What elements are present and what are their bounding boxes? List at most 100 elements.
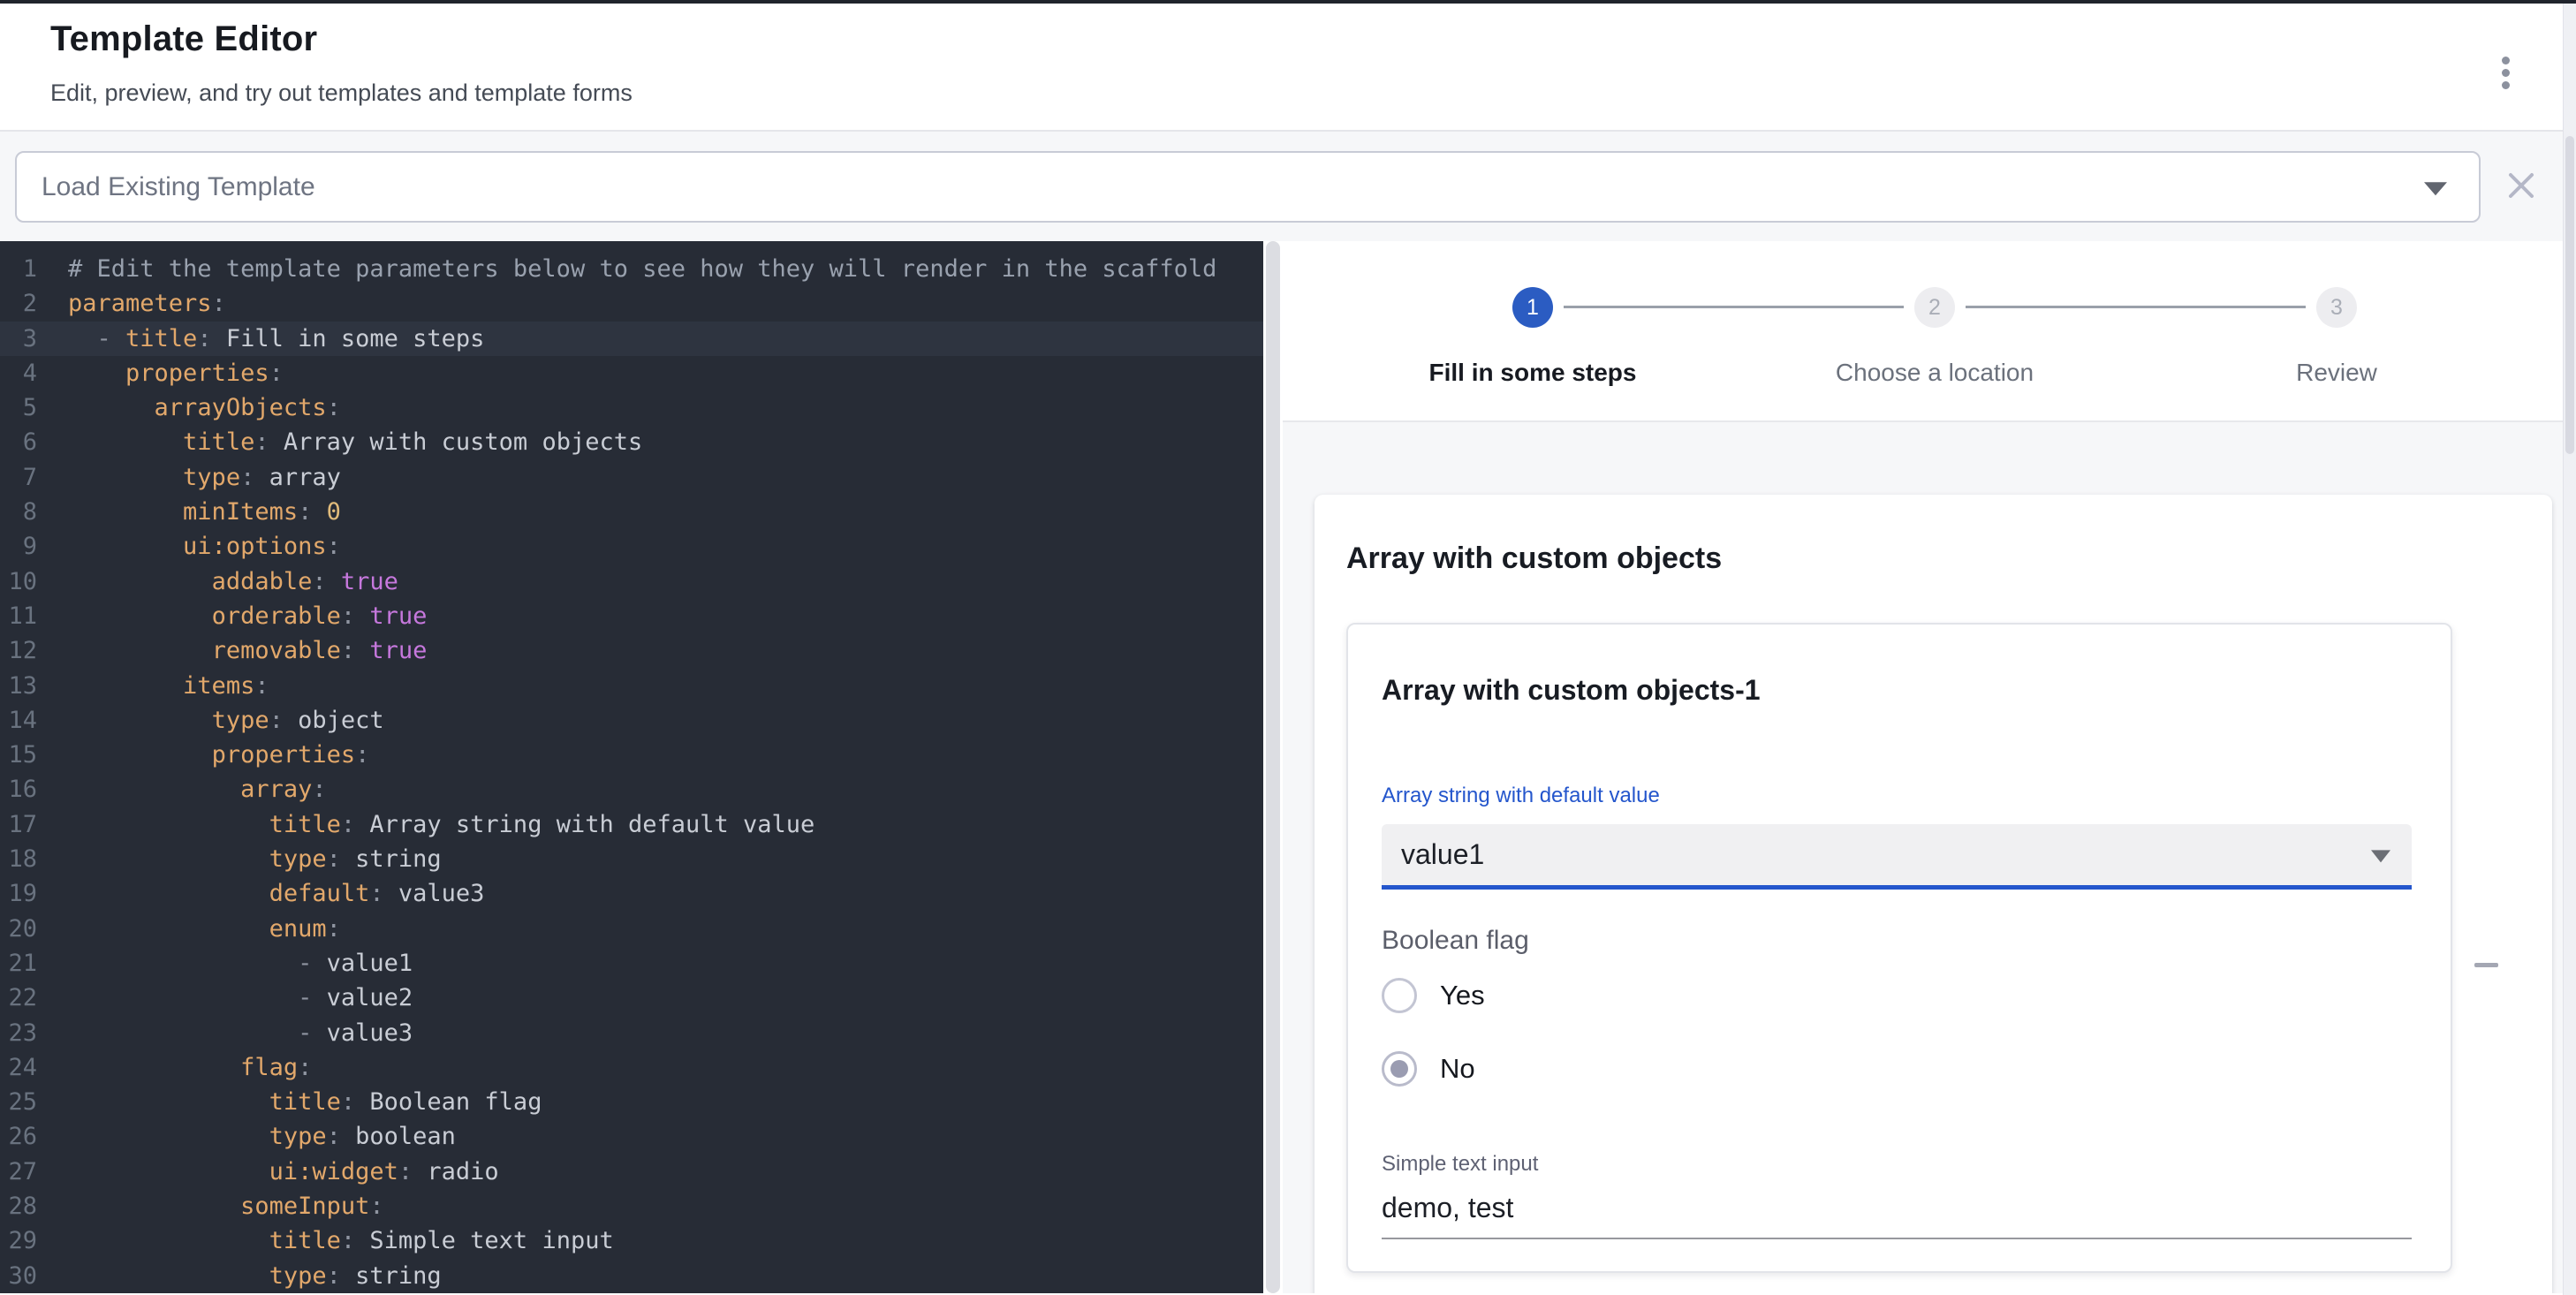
code-line[interactable]: 10 addable: true [0,564,1263,599]
step-3-label: Review [2296,359,2377,387]
code-text: type: string [68,842,442,876]
code-line[interactable]: 15 properties: [0,738,1263,772]
code-line[interactable]: 9 ui:options: [0,529,1263,564]
code-line[interactable]: 25 title: Boolean flag [0,1085,1263,1119]
clear-selection-button[interactable] [2500,162,2542,211]
page-scrollbar[interactable] [2563,4,2576,1295]
code-line[interactable]: 19 default: value3 [0,876,1263,911]
simple-text-input[interactable]: demo, test [1382,1190,2412,1239]
code-line[interactable]: 20 enum: [0,912,1263,946]
radio-option-label: Yes [1440,980,1485,1011]
page-header: Template Editor Edit, preview, and try o… [0,4,2576,132]
radio-option-label: No [1440,1053,1475,1085]
code-line[interactable]: 24 flag: [0,1050,1263,1085]
code-line[interactable]: 8 minItems: 0 [0,495,1263,529]
step-number: 1 [1527,295,1539,321]
array-section-title: Array with custom objects [1346,539,2520,578]
line-number: 15 [0,738,37,772]
code-text: arrayObjects: [68,390,341,425]
code-line[interactable]: 5 arrayObjects: [0,390,1263,425]
wizard-stepper: 1 2 3 Fill in some steps Choose a locati… [1283,241,2576,422]
load-existing-template-select[interactable]: Load Existing Template [15,151,2481,223]
kebab-menu-icon [2502,81,2510,89]
step-connector [1564,306,1904,308]
line-number: 7 [0,460,37,495]
kebab-menu-icon [2502,57,2510,64]
step-number: 3 [2330,295,2343,321]
code-text: title: Array string with default value [68,807,814,842]
remove-item-button[interactable] [2467,947,2506,982]
form-section-card: Array with custom objects Array with cus… [1315,495,2552,1293]
code-text: removable: true [68,633,427,668]
line-number: 10 [0,564,37,599]
code-text: - title: Fill in some steps [68,322,484,356]
code-line[interactable]: 3 - title: Fill in some steps [0,322,1263,356]
radio-selected-icon [1382,1051,1417,1087]
array-item-row: Array with custom objects-1 Array string… [1346,623,2520,1273]
form-preview-panel: 1 2 3 Fill in some steps Choose a locati… [1283,241,2576,1293]
radio-option-no[interactable]: No [1382,1049,2412,1088]
code-text: type: object [68,703,384,738]
step-number: 2 [1928,295,1941,321]
line-number: 3 [0,322,37,356]
code-line[interactable]: 12 removable: true [0,633,1263,668]
code-line[interactable]: 27 ui:widget: radio [0,1155,1263,1189]
code-text: ui:widget: radio [68,1155,499,1189]
radio-option-yes[interactable]: Yes [1382,976,2412,1015]
code-line[interactable]: 26 type: boolean [0,1119,1263,1154]
code-line[interactable]: 16 array: [0,772,1263,807]
step-connector [1966,306,2306,308]
code-line[interactable]: 28 someInput: [0,1189,1263,1223]
code-line[interactable]: 22 - value2 [0,981,1263,1015]
code-lines: 1# Edit the template parameters below to… [0,252,1263,1293]
code-line[interactable]: 18 type: string [0,842,1263,876]
more-options-button[interactable] [2486,48,2525,97]
code-line[interactable]: 11 orderable: true [0,599,1263,633]
scrollbar-thumb[interactable] [2565,136,2574,454]
line-number: 21 [0,946,37,981]
code-line[interactable]: 6 title: Array with custom objects [0,425,1263,459]
code-text: someInput: [68,1189,384,1223]
array-string-select[interactable]: value1 [1382,824,2412,890]
code-text: minItems: 0 [68,495,341,529]
code-line[interactable]: 1# Edit the template parameters below to… [0,252,1263,286]
line-number: 9 [0,529,37,564]
line-number: 24 [0,1050,37,1085]
page-subtitle: Edit, preview, and try out templates and… [50,80,633,107]
line-number: 2 [0,286,37,321]
line-number: 6 [0,425,37,459]
split-divider[interactable] [1263,241,1283,1293]
code-text: default: value3 [68,876,484,911]
line-number: 11 [0,599,37,633]
step-2-label: Choose a location [1836,359,2034,387]
template-editor-page: Template Editor Edit, preview, and try o… [0,0,2576,1295]
line-number: 8 [0,495,37,529]
code-line[interactable]: 7 type: array [0,460,1263,495]
code-text: properties: [68,356,284,390]
code-line[interactable]: 29 title: Simple text input [0,1223,1263,1258]
code-text: addable: true [68,564,398,599]
code-line[interactable]: 13 items: [0,669,1263,703]
form-content: Array with custom objects Array with cus… [1283,422,2576,1293]
code-line[interactable]: 17 title: Array string with default valu… [0,807,1263,842]
code-text: type: boolean [68,1119,456,1154]
code-text: orderable: true [68,599,427,633]
step-2-circle: 2 [1914,287,1955,328]
line-number: 30 [0,1259,37,1293]
yaml-code-editor[interactable]: 1# Edit the template parameters below to… [0,241,1263,1293]
code-text: flag: [68,1050,312,1085]
code-text: title: Array with custom objects [68,425,642,459]
code-line[interactable]: 14 type: object [0,703,1263,738]
code-line[interactable]: 21 - value1 [0,946,1263,981]
array-item-title: Array with custom objects-1 [1382,670,2412,709]
code-line[interactable]: 2parameters: [0,286,1263,321]
code-text: title: Boolean flag [68,1085,542,1119]
code-text: ui:options: [68,529,341,564]
code-line[interactable]: 30 type: string [0,1259,1263,1293]
code-text: items: [68,669,269,703]
code-line[interactable]: 23 - value3 [0,1016,1263,1050]
code-line[interactable]: 4 properties: [0,356,1263,390]
select-value: value1 [1401,838,1484,871]
code-text: - value3 [68,1016,413,1050]
load-select-placeholder: Load Existing Template [42,172,315,202]
